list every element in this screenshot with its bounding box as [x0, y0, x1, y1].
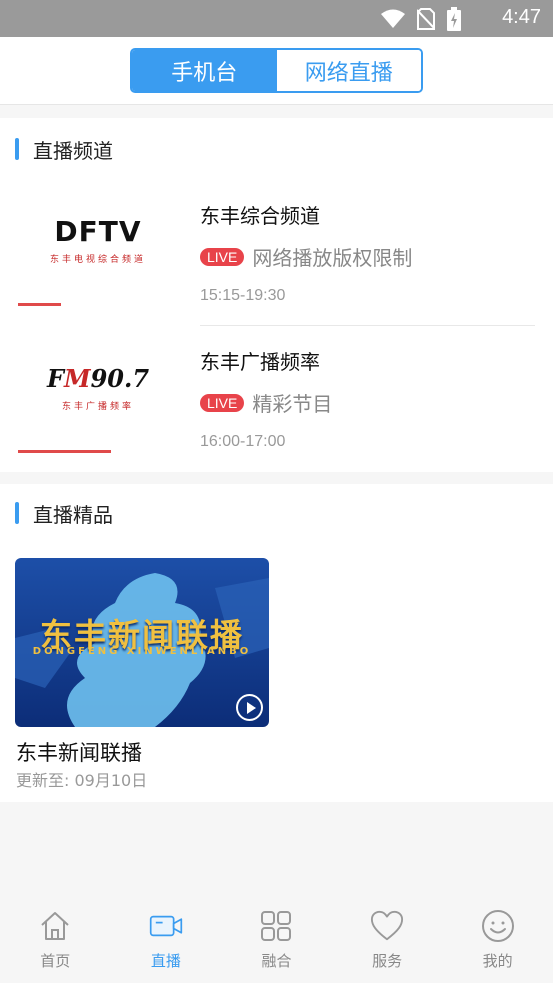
heart-icon — [370, 909, 404, 943]
grid-icon — [259, 909, 293, 943]
program-update-date: 更新至: 09月10日 — [16, 771, 148, 790]
channel-logo-underline — [18, 303, 61, 306]
nav-live[interactable]: 直播 — [111, 897, 222, 983]
segmented-control: 手机台 网络直播 — [130, 48, 423, 93]
battery-charging-icon — [447, 7, 461, 31]
live-badge: LIVE — [200, 393, 245, 412]
nav-mine[interactable]: 我的 — [442, 897, 553, 983]
nav-label: 服务 — [372, 952, 403, 970]
top-header: 手机台 网络直播 — [0, 37, 553, 105]
channel-status: 精彩节目 — [252, 392, 333, 416]
no-sim-icon — [417, 8, 435, 30]
live-badge: LIVE — [200, 247, 245, 266]
section-accent-bar — [15, 502, 19, 524]
section-header: 直播精品 — [15, 501, 113, 527]
channel-logo-subtext: 东丰电视综合频道 — [49, 255, 146, 265]
live-channels-section: 直播频道 DFTV 东丰电视综合频道 东丰综合频道 LIVE 网络播放版权限制 … — [0, 118, 553, 472]
channel-live-row: LIVE 网络播放版权限制 — [200, 242, 412, 271]
channel-logo-subtext: 东丰广播频率 — [61, 402, 134, 412]
nav-label: 我的 — [482, 952, 513, 970]
channel-logo-text: FM90.7 — [46, 364, 150, 393]
nav-home[interactable]: 首页 — [0, 897, 111, 983]
bottom-nav: 首页 直播 融合 服务 我的 — [0, 897, 553, 983]
nav-fusion[interactable]: 融合 — [221, 897, 332, 983]
nav-label: 首页 — [40, 952, 71, 970]
smiley-icon — [481, 909, 515, 943]
channel-time: 15:15-19:30 — [200, 287, 286, 304]
home-icon — [38, 909, 72, 943]
thumbnail-subtitle-art: DONGFENG XINWENLIANBO — [32, 646, 252, 657]
channel-live-row: LIVE 精彩节目 — [200, 388, 332, 417]
channel-name: 东丰综合频道 — [200, 204, 320, 228]
section-accent-bar — [15, 138, 19, 160]
channel-logo-underline — [18, 450, 111, 453]
section-title: 直播精品 — [33, 502, 113, 527]
tab-network-live[interactable]: 网络直播 — [276, 50, 421, 91]
channel-logo: DFTV 东丰电视综合频道 — [18, 190, 178, 290]
channel-item-dftv[interactable]: DFTV 东丰电视综合频道 东丰综合频道 LIVE 网络播放版权限制 15:15… — [0, 180, 553, 326]
status-time: 4:47 — [502, 6, 541, 28]
program-name[interactable]: 东丰新闻联播 — [16, 737, 142, 767]
channel-logo: FM90.7 东丰广播频率 — [18, 338, 178, 438]
section-header: 直播频道 — [15, 137, 113, 163]
wifi-icon — [381, 9, 405, 28]
play-icon[interactable] — [236, 694, 263, 721]
status-bar: 4:47 — [0, 0, 553, 37]
channel-name: 东丰广播频率 — [200, 350, 320, 374]
tab-mobile-station[interactable]: 手机台 — [132, 50, 277, 91]
nav-label: 直播 — [150, 952, 181, 970]
channel-logo-text: DFTV — [54, 215, 142, 248]
program-thumbnail[interactable]: 东丰新闻联播 DONGFENG XINWENLIANBO — [15, 558, 269, 727]
channel-time: 16:00-17:00 — [200, 433, 286, 450]
nav-label: 融合 — [261, 952, 292, 970]
channel-status: 网络播放版权限制 — [252, 246, 413, 270]
video-camera-icon — [149, 909, 183, 943]
channel-item-fm[interactable]: FM90.7 东丰广播频率 东丰广播频率 LIVE 精彩节目 16:00-17:… — [0, 326, 553, 472]
section-title: 直播频道 — [33, 138, 113, 163]
nav-services[interactable]: 服务 — [332, 897, 443, 983]
status-icons — [381, 7, 461, 31]
